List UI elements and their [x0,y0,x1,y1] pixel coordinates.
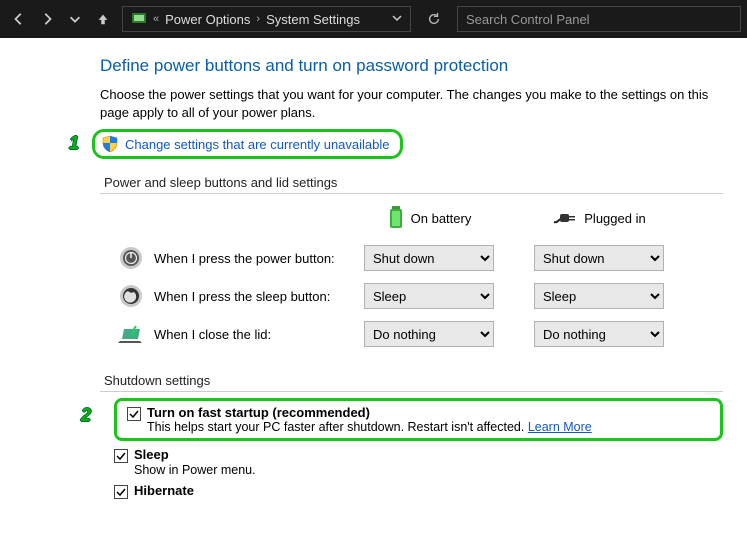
hibernate-title: Hibernate [134,483,194,498]
section-header-shutdown: Shutdown settings [100,373,723,392]
page-intro: Choose the power settings that you want … [100,86,723,121]
hibernate-checkbox[interactable] [114,485,128,499]
annotation-marker-2: 2 [81,405,91,426]
sleep-checkbox[interactable] [114,449,128,463]
row-sleep-button: When I press the sleep button: Sleep Sle… [104,283,723,309]
fast-startup-title: Turn on fast startup (recommended) [147,405,592,420]
lid-battery-select[interactable]: Do nothing [364,321,494,347]
power-button-icon [118,245,144,271]
sleep-button-plugged-select[interactable]: Sleep [534,283,664,309]
power-button-plugged-select[interactable]: Shut down [534,245,664,271]
shutdown-section: Shutdown settings 2 Turn on fast startup… [100,373,723,499]
uac-shield-icon [101,135,119,153]
content-area: Define power buttons and turn on passwor… [0,38,747,517]
page-title: Define power buttons and turn on passwor… [100,56,723,76]
change-settings-link[interactable]: Change settings that are currently unava… [125,137,390,152]
up-button[interactable] [90,6,116,32]
battery-icon [387,204,405,233]
section-header-buttons: Power and sleep buttons and lid settings [100,175,723,194]
row-lid-label: When I close the lid: [154,327,271,342]
fast-startup-option: Turn on fast startup (recommended) This … [127,405,710,434]
row-power-label: When I press the power button: [154,251,335,266]
annotation-marker-1: 1 [69,133,79,154]
breadcrumb-prefix: « [153,13,159,25]
annotation-highlight-2: 2 Turn on fast startup (recommended) Thi… [114,398,723,441]
row-lid-label-wrap: When I close the lid: [104,321,364,347]
address-bar[interactable]: « Power Options › System Settings [122,6,411,32]
sleep-button-icon [118,283,144,309]
breadcrumb-system-settings[interactable]: System Settings [266,12,360,27]
sleep-option: Sleep [114,447,723,463]
breadcrumb-power-options[interactable]: Power Options [165,12,250,27]
fast-startup-desc: This helps start your PC faster after sh… [147,420,592,434]
plug-icon [552,208,578,229]
column-headers: On battery Plugged in [104,204,723,233]
learn-more-link[interactable]: Learn More [528,420,592,434]
refresh-button[interactable] [419,12,449,26]
row-lid: When I close the lid: Do nothing Do noth… [104,321,723,347]
row-sleep-label: When I press the sleep button: [154,289,330,304]
col-plugged-label: Plugged in [584,211,645,226]
hibernate-option: Hibernate [114,483,723,499]
navbar: « Power Options › System Settings Search… [0,0,747,38]
row-power-label-wrap: When I press the power button: [104,245,364,271]
power-button-battery-select[interactable]: Shut down [364,245,494,271]
lid-plugged-select[interactable]: Do nothing [534,321,664,347]
row-power-button: When I press the power button: Shut down… [104,245,723,271]
row-sleep-label-wrap: When I press the sleep button: [104,283,364,309]
col-battery: On battery [387,204,472,233]
sleep-desc: Show in Power menu. [114,463,723,477]
breadcrumb-sep-1: › [256,13,260,25]
control-panel-icon [131,10,147,29]
address-dropdown-icon[interactable] [392,13,402,26]
fast-startup-checkbox[interactable] [127,407,141,421]
back-button[interactable] [6,6,32,32]
lid-icon [118,321,144,347]
recent-locations-button[interactable] [62,6,88,32]
col-battery-label: On battery [411,211,472,226]
forward-button[interactable] [34,6,60,32]
search-input[interactable]: Search Control Panel [457,6,741,32]
col-plugged: Plugged in [552,208,645,229]
search-placeholder: Search Control Panel [466,12,590,27]
sleep-title: Sleep [134,447,169,462]
sleep-button-battery-select[interactable]: Sleep [364,283,494,309]
annotation-highlight-1: 1 Change settings that are currently una… [92,129,403,159]
